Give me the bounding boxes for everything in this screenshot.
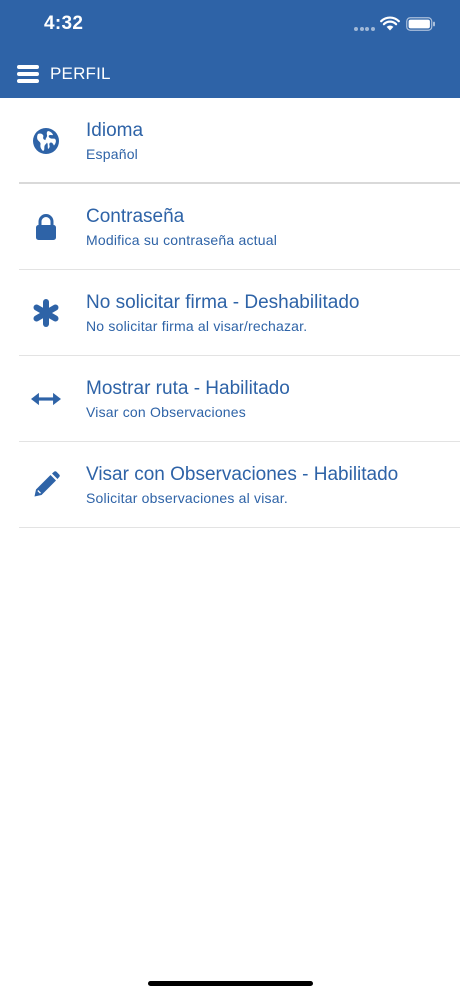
item-title: Idioma [86,120,144,141]
battery-icon [406,17,435,31]
app-header: 4:32 PERFIL [0,0,460,98]
item-subtitle: Español [86,146,138,162]
item-title: Mostrar ruta - Habilitado [86,378,290,399]
arrows-horizontal-icon [31,384,61,414]
item-title: No solicitar firma - Deshabilitado [86,292,360,313]
list-item-visar-con-observaciones[interactable]: Visar con Observaciones - Habilitado Sol… [19,442,460,528]
globe-icon [31,126,61,156]
lock-icon [31,212,61,242]
item-title: Visar con Observaciones - Habilitado [86,464,399,485]
item-subtitle: Modifica su contraseña actual [86,232,278,248]
item-subtitle: No solicitar firma al visar/rechazar. [86,318,308,334]
status-time: 4:32 [44,13,84,34]
profile-settings-list: Idioma Español Contraseña Modifica su co… [0,98,460,528]
wifi-icon [380,16,400,31]
pencil-icon [31,470,61,500]
asterisk-icon [31,298,61,328]
hamburger-menu-icon[interactable] [17,64,39,83]
page-title: PERFIL [50,64,111,83]
list-item-contrasena[interactable]: Contraseña Modifica su contraseña actual [19,184,460,270]
item-subtitle: Visar con Observaciones [86,404,246,420]
item-title: Contraseña [86,206,185,227]
cellular-signal-icon [354,27,376,31]
list-item-no-solicitar-firma[interactable]: No solicitar firma - Deshabilitado No so… [19,270,460,356]
item-subtitle: Solicitar observaciones al visar. [86,490,288,506]
list-item-mostrar-ruta[interactable]: Mostrar ruta - Habilitado Visar con Obse… [19,356,460,442]
home-indicator[interactable] [148,981,313,986]
list-item-idioma[interactable]: Idioma Español [19,98,460,184]
